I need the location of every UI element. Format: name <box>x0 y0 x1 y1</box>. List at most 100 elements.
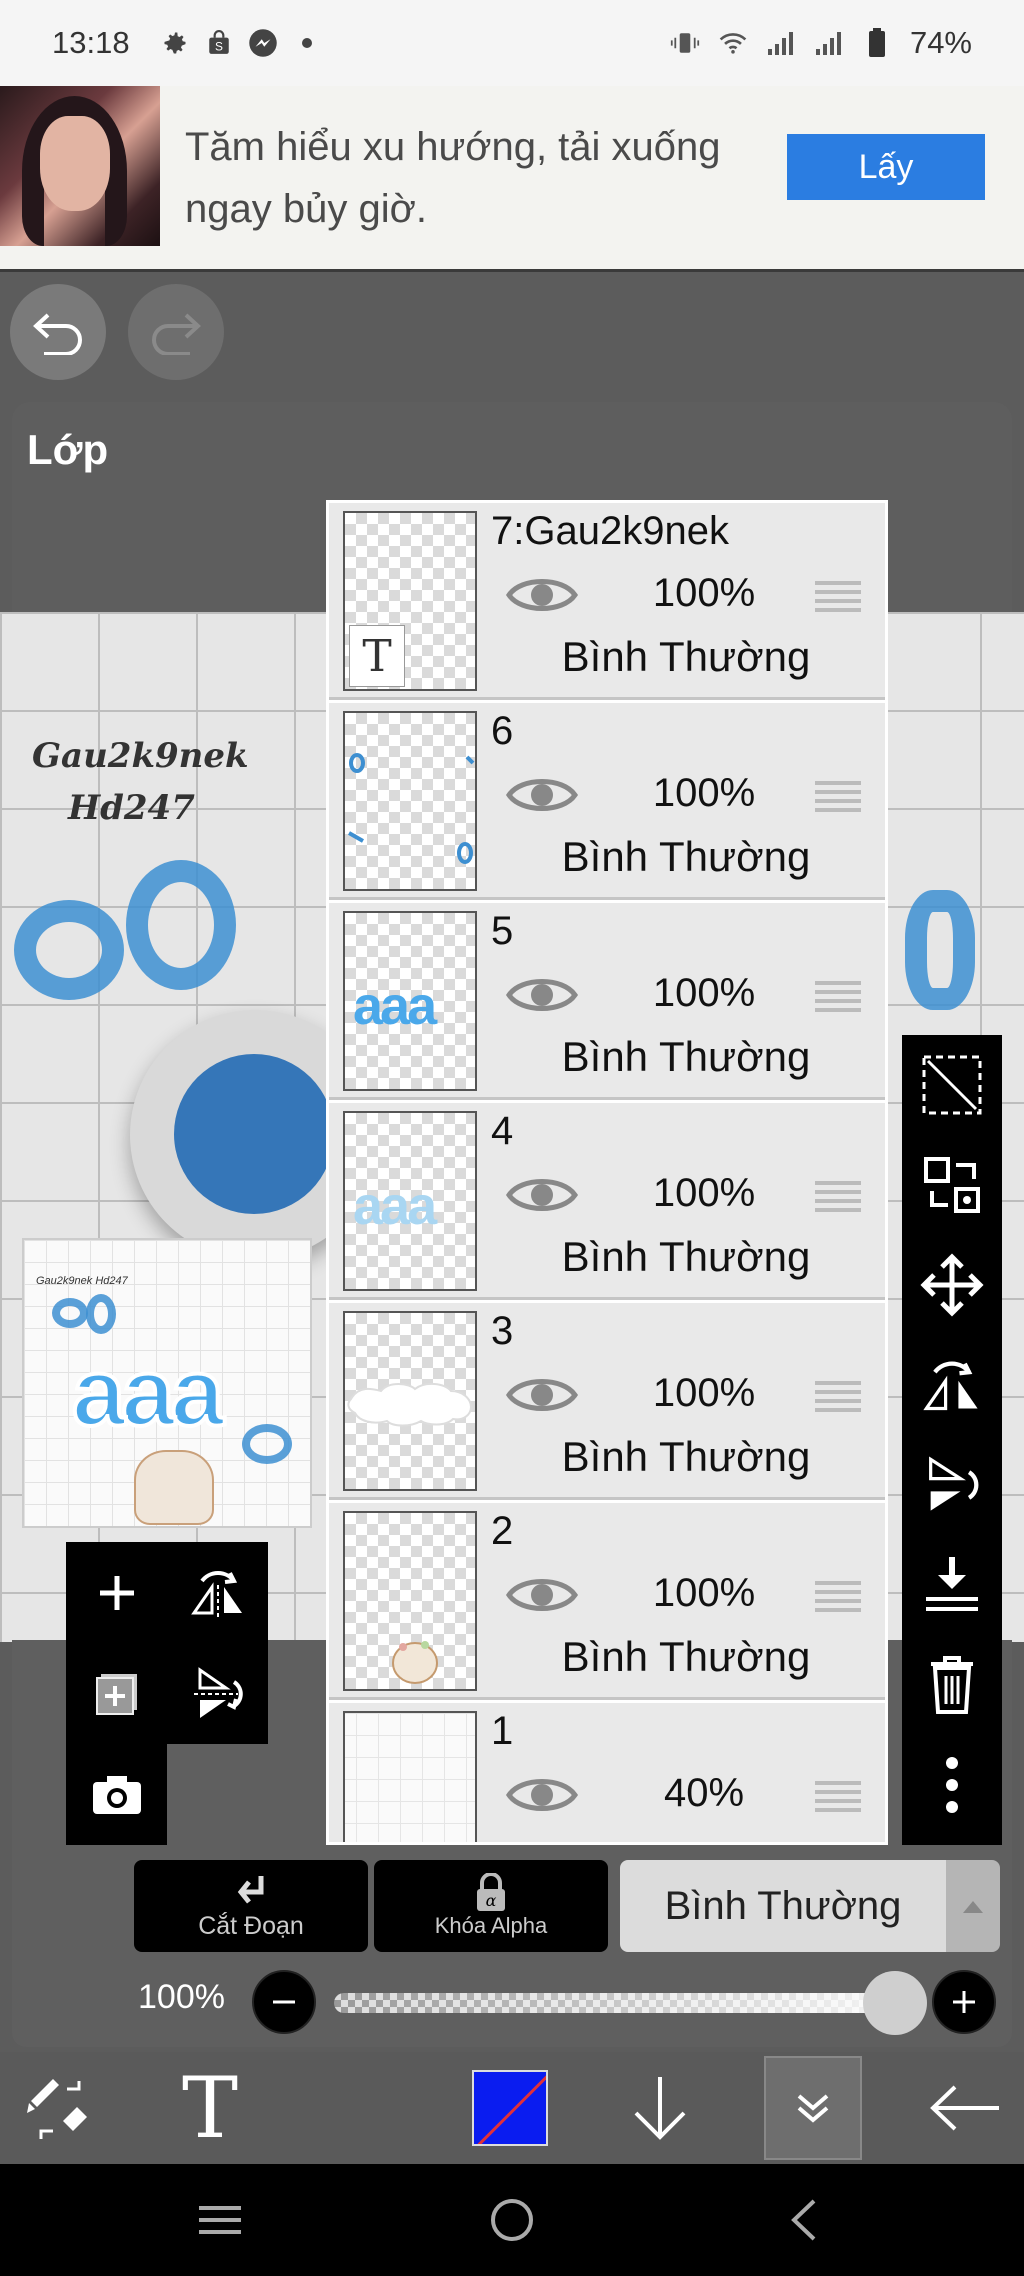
flip-layer-horizontal-button[interactable] <box>167 1542 268 1643</box>
visibility-eye-icon[interactable] <box>505 1771 579 1819</box>
layer-row-6[interactable]: 6 100% Bình Thường <box>329 703 885 900</box>
vibrate-icon <box>670 28 700 58</box>
layer-name: 1 <box>491 1709 514 1753</box>
camera-layer-button[interactable] <box>66 1744 167 1845</box>
visibility-eye-icon[interactable] <box>505 771 579 819</box>
opacity-decrease-button[interactable] <box>252 1970 316 2034</box>
more-options-button[interactable] <box>902 1735 1002 1835</box>
flip-vertical-icon <box>929 1456 979 1511</box>
layer-tools-toolbar <box>902 1035 1002 1845</box>
drag-handle-icon[interactable] <box>813 977 863 1017</box>
opacity-slider-track[interactable] <box>334 1993 894 2013</box>
back-arrow-button[interactable] <box>910 2052 1020 2164</box>
collapse-panel-button[interactable] <box>764 2056 862 2160</box>
flip-layer-vertical-button[interactable] <box>167 1643 268 1744</box>
drag-handle-icon[interactable] <box>813 1777 863 1817</box>
drag-handle-icon[interactable] <box>813 577 863 617</box>
move-layer-button[interactable] <box>902 1235 1002 1335</box>
download-arrow-button[interactable] <box>610 2052 710 2164</box>
home-circle-icon <box>491 2199 533 2241</box>
status-right-icons: 74% <box>670 25 972 61</box>
layer-row-7[interactable]: T 7:Gau2k9nek 100% Bình Thường <box>329 503 885 700</box>
opacity-increase-button[interactable] <box>932 1970 996 2034</box>
merge-down-icon <box>926 1557 978 1611</box>
move-icon <box>920 1253 984 1317</box>
double-chevron-down-icon <box>797 2094 829 2123</box>
thumbnail-cat-art <box>392 1641 438 1684</box>
layer-opacity: 100% <box>652 1171 756 1215</box>
transform-layer-button[interactable] <box>902 1135 1002 1235</box>
layer-list[interactable]: T 7:Gau2k9nek 100% Bình Thường 6 100% Bì… <box>326 500 888 1845</box>
visibility-eye-icon[interactable] <box>505 571 579 619</box>
text-tool-button[interactable]: T <box>150 2052 270 2164</box>
layer-thumbnail <box>343 1311 477 1491</box>
redo-button[interactable] <box>128 284 224 380</box>
ad-banner[interactable]: Tăm hiểu xu hướng, tải xuống ngay bủy gi… <box>0 86 1024 272</box>
blend-mode-select[interactable]: Bình Thường <box>620 1860 946 1952</box>
layer-row-5[interactable]: aaa 5 100% Bình Thường <box>329 903 885 1100</box>
status-left-icons: S <box>160 28 322 58</box>
alpha-lock-button[interactable]: α Khóa Alpha <box>374 1860 608 1952</box>
shopping-bag-icon: S <box>204 28 234 58</box>
layer-row-2[interactable]: 2 100% Bình Thường <box>329 1503 885 1700</box>
blend-mode-arrow[interactable] <box>946 1860 1000 1952</box>
canvas-preview-thumbnail[interactable]: Gau2k9nek Hd247 aaa <box>22 1238 312 1528</box>
status-time: 13:18 <box>52 25 130 60</box>
chevron-left-icon <box>791 2199 816 2241</box>
preview-cat-drawing <box>134 1450 214 1525</box>
visibility-eye-icon[interactable] <box>505 1371 579 1419</box>
home-button[interactable] <box>462 2164 562 2276</box>
flip-vertical-icon <box>193 1666 243 1718</box>
messenger-icon <box>248 28 278 58</box>
drag-handle-icon[interactable] <box>813 1577 863 1617</box>
clipping-arrow-icon <box>237 1875 264 1904</box>
plus-icon <box>953 1991 975 2013</box>
left-tool-block <box>66 1542 268 1846</box>
merge-down-button[interactable] <box>902 1535 1002 1635</box>
svg-text:α: α <box>486 1891 497 1910</box>
ad-text: Tăm hiểu xu hướng, tải xuống ngay bủy gi… <box>185 125 721 231</box>
layer-opacity: 40% <box>663 1771 745 1815</box>
layer-row-3[interactable]: 3 100% Bình Thường <box>329 1303 885 1500</box>
camera-icon <box>92 1775 141 1814</box>
layer-thumbnail: T <box>343 511 477 691</box>
layer-opacity: 100% <box>652 1571 756 1615</box>
layer-row-1[interactable]: 1 40% <box>329 1703 885 1842</box>
layer-panel-title: Lớp <box>27 426 109 473</box>
redo-icon <box>152 313 201 355</box>
svg-text:S: S <box>215 40 223 54</box>
undo-button[interactable] <box>10 284 106 380</box>
drag-handle-icon[interactable] <box>813 1377 863 1417</box>
signal-icon <box>814 28 844 58</box>
flip-vertical-button[interactable] <box>902 1435 1002 1535</box>
add-layer-button[interactable] <box>66 1542 167 1643</box>
canvas-drop-shape <box>126 860 236 990</box>
tool-switch-button[interactable] <box>0 2052 120 2164</box>
thumbnail-aaa-light: aaa <box>353 1176 437 1236</box>
flip-horizontal-button[interactable] <box>902 1335 1002 1435</box>
preview-aaa-text: aaa <box>70 1339 226 1446</box>
color-picker-button[interactable] <box>460 2052 560 2164</box>
selection-icon <box>922 1055 982 1115</box>
layer-row-4[interactable]: aaa 4 100% Bình Thường <box>329 1103 885 1300</box>
system-back-button[interactable] <box>754 2164 854 2276</box>
delete-layer-button[interactable] <box>902 1635 1002 1735</box>
visibility-eye-icon[interactable] <box>505 1571 579 1619</box>
add-special-layer-button[interactable] <box>66 1643 167 1744</box>
drag-handle-icon[interactable] <box>813 1177 863 1217</box>
visibility-eye-icon[interactable] <box>505 971 579 1019</box>
preview-drop <box>242 1424 292 1464</box>
clipping-button[interactable]: Cắt Đoạn <box>134 1860 368 1952</box>
undo-icon <box>33 313 82 355</box>
drag-handle-icon[interactable] <box>813 777 863 817</box>
thumbnail-drops-art <box>348 753 475 864</box>
layer-thumbnail <box>343 1711 477 1842</box>
visibility-eye-icon[interactable] <box>505 1171 579 1219</box>
thumbnail-aaa-blue: aaa <box>353 976 437 1036</box>
recent-apps-button[interactable] <box>170 2164 270 2276</box>
arrow-left-icon <box>930 2085 999 2131</box>
ad-cta-button[interactable]: Lấy <box>787 134 985 200</box>
layer-blend-mode: Bình Thường <box>561 1233 811 1280</box>
select-layer-button[interactable] <box>902 1035 1002 1135</box>
opacity-slider-knob[interactable] <box>863 1971 927 2035</box>
